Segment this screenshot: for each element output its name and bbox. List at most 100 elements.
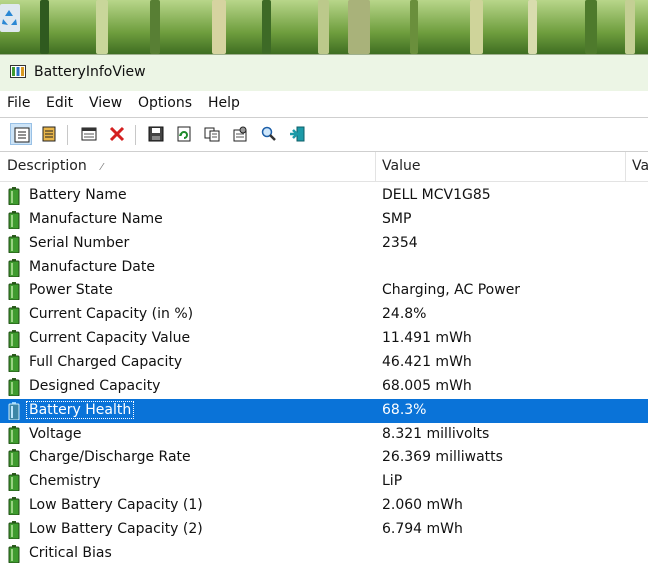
row-description: Designed Capacity — [29, 377, 161, 394]
save-icon — [148, 126, 164, 142]
row-description: Chemistry — [29, 473, 101, 490]
log-window-button[interactable] — [78, 123, 100, 145]
properties-button[interactable] — [229, 123, 251, 145]
exit-button[interactable] — [286, 123, 308, 145]
menu-help[interactable]: Help — [208, 95, 240, 111]
menu-view[interactable]: View — [89, 95, 122, 111]
column-header: Description ⁄ Value Va — [0, 152, 648, 182]
row-description: Full Charged Capacity — [29, 353, 183, 370]
row-description: Current Capacity Value — [29, 330, 191, 347]
menu-file[interactable]: File — [7, 95, 30, 111]
toolbar — [0, 117, 648, 152]
properties-view-button[interactable] — [10, 123, 32, 145]
battery-icon — [8, 234, 20, 253]
column-header-value-2[interactable]: Va — [632, 158, 648, 174]
desktop-wallpaper — [0, 0, 648, 54]
row-value: LiP — [382, 473, 403, 490]
delete-button[interactable] — [106, 123, 128, 145]
row-description: Voltage — [29, 425, 82, 442]
table-row[interactable]: Serial Number 2354 — [0, 232, 648, 256]
list-view-icon — [42, 126, 56, 142]
table-row[interactable]: Chemistry LiP — [0, 470, 648, 494]
row-value: 68.005 mWh — [382, 377, 472, 394]
toolbar-separator — [67, 125, 68, 145]
app-window: BatteryInfoView File Edit View Options H… — [0, 54, 648, 563]
battery-icon — [8, 449, 20, 468]
column-header-value[interactable]: Value — [382, 158, 420, 174]
row-value: DELL MCV1G85 — [382, 187, 491, 203]
battery-icon — [8, 401, 20, 420]
row-description: Serial Number — [29, 234, 130, 251]
battery-icon — [8, 258, 20, 277]
refresh-button[interactable] — [173, 123, 195, 145]
row-description: Low Battery Capacity (1) — [29, 497, 203, 514]
exit-icon — [290, 126, 305, 142]
row-value: Charging, AC Power — [382, 282, 521, 299]
battery-icon — [8, 425, 20, 444]
row-value: 6.794 mWh — [382, 520, 463, 537]
menu-bar: File Edit View Options Help — [0, 92, 648, 116]
menu-edit[interactable]: Edit — [46, 95, 73, 111]
row-value: 11.491 mWh — [382, 330, 472, 347]
column-divider[interactable] — [625, 152, 626, 181]
table-row[interactable]: Designed Capacity 68.005 mWh — [0, 375, 648, 399]
row-description: Manufacture Date — [29, 258, 155, 275]
refresh-icon — [177, 126, 191, 142]
row-value: 8.321 millivolts — [382, 425, 490, 442]
battery-icon — [8, 282, 20, 301]
battery-icon — [8, 187, 20, 205]
battery-icon — [8, 497, 20, 516]
table-row[interactable]: Low Battery Capacity (2) 6.794 mWh — [0, 518, 648, 542]
battery-icon — [8, 353, 20, 372]
table-row[interactable]: Manufacture Name SMP — [0, 208, 648, 232]
row-value: 46.421 mWh — [382, 353, 472, 370]
copy-button[interactable] — [201, 123, 223, 145]
find-icon — [261, 126, 276, 141]
column-divider[interactable] — [375, 152, 376, 181]
row-value: 2354 — [382, 234, 418, 251]
row-value: 2.060 mWh — [382, 497, 463, 514]
find-button[interactable] — [258, 123, 280, 145]
row-description: Power State — [29, 282, 113, 299]
list-view-button[interactable] — [38, 123, 60, 145]
recycle-bin-icon[interactable] — [0, 4, 20, 32]
properties-view-icon — [14, 127, 30, 143]
table-row[interactable]: Battery Health 68.3% — [0, 398, 648, 423]
log-window-icon — [81, 127, 97, 141]
row-value: SMP — [382, 210, 412, 227]
table-row[interactable]: Manufacture Date — [0, 256, 648, 280]
sort-indicator-icon: ⁄ — [101, 162, 103, 173]
table-row[interactable]: Voltage 8.321 millivolts — [0, 423, 648, 447]
table-row[interactable]: Low Battery Capacity (1) 2.060 mWh — [0, 494, 648, 518]
row-description: Low Battery Capacity (2) — [29, 520, 203, 537]
save-button[interactable] — [145, 123, 167, 145]
table-row[interactable]: Current Capacity Value 11.491 mWh — [0, 327, 648, 351]
delete-icon — [109, 126, 125, 142]
properties-icon — [233, 126, 247, 142]
table-row[interactable]: Power State Charging, AC Power — [0, 279, 648, 303]
table-row[interactable]: Critical Bias — [0, 542, 648, 566]
column-header-description[interactable]: Description — [7, 158, 87, 174]
row-description: Manufacture Name — [29, 210, 163, 227]
window-title: BatteryInfoView — [34, 64, 146, 80]
table-row[interactable]: Current Capacity (in %) 24.8% — [0, 303, 648, 327]
table-row[interactable]: Battery Name DELL MCV1G85 — [0, 184, 648, 208]
battery-icon — [8, 473, 20, 492]
toolbar-separator — [135, 125, 136, 145]
row-description: Current Capacity (in %) — [29, 306, 194, 323]
battery-icon — [8, 330, 20, 349]
row-value: 24.8% — [382, 306, 427, 323]
table-row[interactable]: Full Charged Capacity 46.421 mWh — [0, 351, 648, 375]
table-row[interactable]: Charge/Discharge Rate 26.369 milliwatts — [0, 446, 648, 470]
row-value: 26.369 milliwatts — [382, 449, 503, 466]
row-value: 68.3% — [382, 401, 427, 418]
row-description: Battery Name — [29, 187, 127, 203]
row-description: Battery Health — [25, 400, 135, 419]
battery-icon — [8, 520, 20, 539]
battery-icon — [8, 210, 20, 229]
menu-options[interactable]: Options — [138, 95, 192, 111]
battery-icon — [8, 377, 20, 396]
title-bar[interactable]: BatteryInfoView — [0, 55, 648, 91]
row-description: Charge/Discharge Rate — [29, 449, 191, 466]
row-description: Critical Bias — [29, 544, 112, 561]
